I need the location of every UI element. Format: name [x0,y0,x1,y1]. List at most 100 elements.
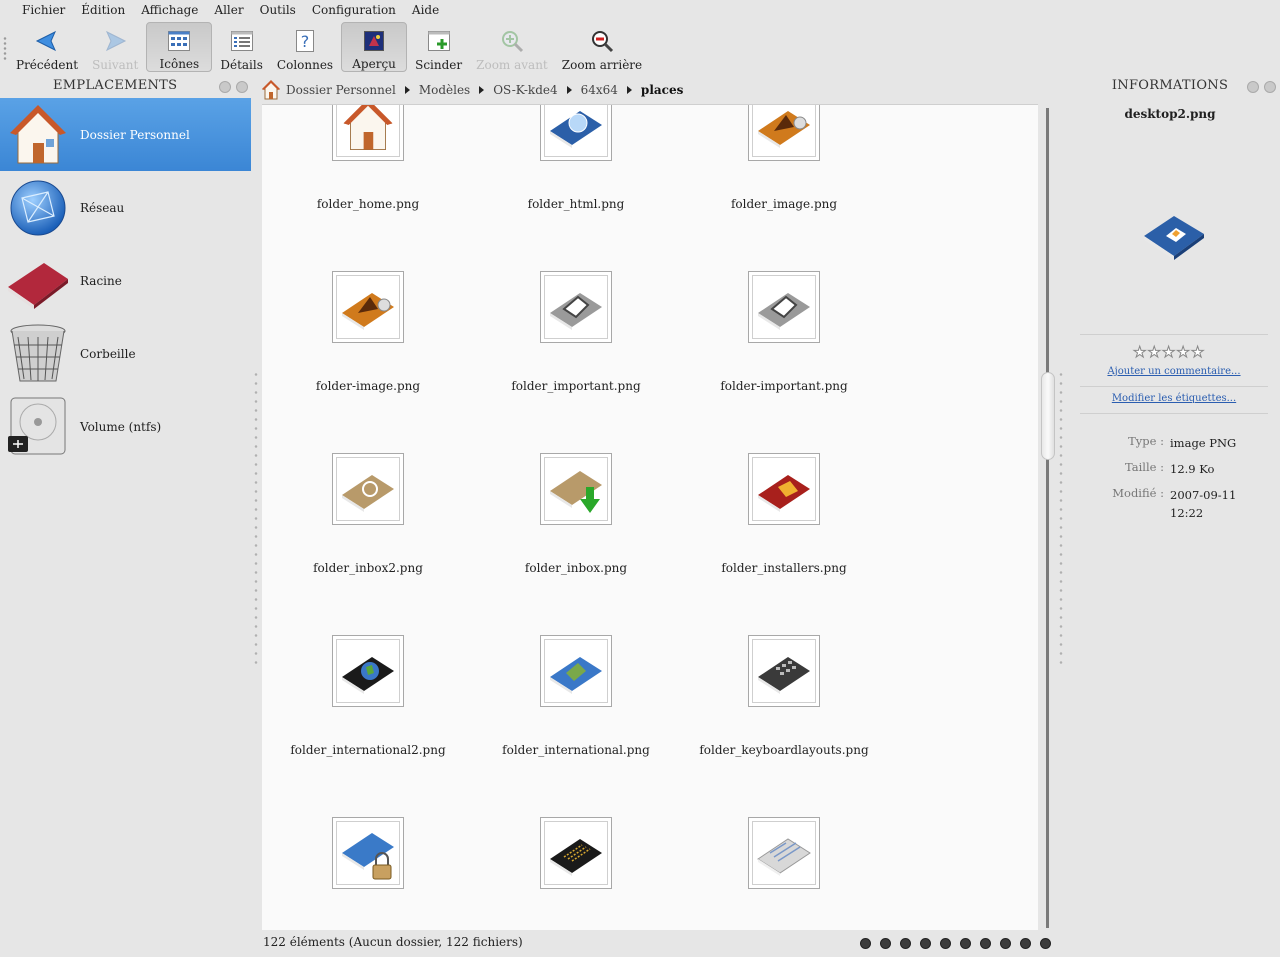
file-item[interactable]: folder_installers.png [694,453,874,575]
left-splitter-grip[interactable] [254,370,258,665]
zoom-step-dot[interactable] [1040,938,1051,949]
panel-float-icon[interactable] [219,81,231,93]
file-item[interactable]: folder_international2.png [278,635,458,757]
place-label: Volume (ntfs) [80,419,162,434]
panel-close-icon[interactable] [236,81,248,93]
star-icon[interactable]: ★ [1190,344,1204,360]
split-button[interactable]: Scinder [409,22,468,72]
star-icon[interactable]: ★ [1147,344,1161,360]
file-item[interactable]: folder_important.png [486,271,666,393]
important-folder-icon [540,271,612,343]
breadcrumb-arrow-icon[interactable] [626,86,632,94]
places-panel-title: EMPLACEMENTS [53,78,178,93]
globe-folder-icon [332,635,404,707]
zoom-step-dot[interactable] [880,938,891,949]
zoom-step-dot[interactable] [860,938,871,949]
forward-button[interactable]: Suivant [86,22,144,72]
place-home[interactable]: Dossier Personnel [0,98,251,171]
file-item[interactable]: folder_image.png [694,105,874,211]
icons-view-label: Icônes [159,57,200,71]
breadcrumb-item[interactable]: 64x64 [581,83,618,97]
breadcrumb-item[interactable]: Dossier Personnel [286,83,396,97]
file-item[interactable]: folder_inbox2.png [278,453,458,575]
details-view-button[interactable]: Détails [214,22,269,72]
place-root[interactable]: Racine [0,244,251,317]
right-splitter-grip[interactable] [1059,370,1063,665]
arrow-left-icon [34,28,60,54]
place-trash[interactable]: Corbeille [0,317,251,390]
split-label: Scinder [415,58,463,72]
icons-view-button[interactable]: Icônes [146,22,213,72]
breadcrumb-item[interactable]: OS-K-kde4 [493,83,557,97]
zoom-step-dot[interactable] [980,938,991,949]
back-label: Précédent [16,58,79,72]
zoom-in-label: Zoom avant [476,58,548,72]
zoom-in-button[interactable]: Zoom avant [470,22,554,72]
star-icon[interactable]: ★ [1176,344,1190,360]
panel-close-icon[interactable] [1264,81,1276,93]
file-item[interactable]: folder-important.png [694,271,874,393]
file-item[interactable]: folder_international.png [486,635,666,757]
file-item[interactable] [694,817,874,925]
file-item[interactable] [278,817,458,925]
menu-go[interactable]: Aller [206,3,251,17]
meta-key: Type : [1128,434,1164,448]
file-item[interactable]: folder_home.png [278,105,458,211]
details-view-icon [229,28,255,54]
file-item[interactable]: folder-image.png [278,271,458,393]
icons-view-icon [166,29,192,53]
star-icon[interactable]: ★ [1161,344,1175,360]
columns-view-label: Colonnes [276,58,334,72]
menu-edit[interactable]: Édition [73,3,133,17]
desktop-folder-icon [1144,216,1204,260]
file-name: folder_image.png [730,197,838,211]
scrollbar-track[interactable] [1046,108,1049,928]
panel-float-icon[interactable] [1247,81,1259,93]
file-item[interactable]: folder_keyboardlayouts.png [694,635,874,757]
back-button[interactable]: Précédent [10,22,84,72]
menu-help[interactable]: Aide [404,3,447,17]
star-icon[interactable]: ★ [1132,344,1146,360]
place-network[interactable]: Réseau [0,171,251,244]
file-item[interactable] [486,817,666,925]
zoom-out-label: Zoom arrière [561,58,643,72]
scrollbar-thumb[interactable] [1041,372,1055,460]
columns-view-button[interactable]: ? Colonnes [271,22,339,72]
breadcrumb-arrow-icon[interactable] [566,86,572,94]
info-preview-image [1138,200,1210,272]
menu-settings[interactable]: Configuration [304,3,404,17]
zoom-step-dot[interactable] [1000,938,1011,949]
file-icon-view[interactable]: folder_home.png folder_html.png folder_i… [262,104,1038,930]
file-name: folder_keyboardlayouts.png [699,743,869,757]
place-volume-ntfs[interactable]: Volume (ntfs) [0,390,251,463]
meta-value: image PNG [1170,436,1237,450]
preview-toggle-button[interactable]: Aperçu [341,22,408,72]
menu-view[interactable]: Affichage [133,3,206,17]
edit-tags-link[interactable]: Modifier les étiquettes... [1080,393,1268,404]
breadcrumb-item[interactable]: Modèles [419,83,470,97]
breadcrumb-arrow-icon[interactable] [404,86,410,94]
zoom-slider-dots[interactable] [860,938,1051,949]
file-item[interactable]: folder_html.png [486,105,666,211]
add-comment-link[interactable]: Ajouter un commentaire... [1080,366,1268,377]
file-metadata: Type : image PNG Taille : 12.9 Ko Modifi… [1090,434,1250,530]
arrow-right-icon [102,28,128,54]
file-item[interactable]: folder_inbox.png [486,453,666,575]
menu-file[interactable]: Fichier [14,3,73,17]
zoom-step-dot[interactable] [960,938,971,949]
zoom-step-dot[interactable] [920,938,931,949]
zoom-step-dot[interactable] [1020,938,1031,949]
breadcrumb-arrow-icon[interactable] [479,86,485,94]
place-label: Dossier Personnel [80,127,190,142]
inbox-folder-icon [332,453,404,525]
rating-stars[interactable]: ★ ★ ★ ★ ★ [1132,344,1204,360]
menu-tools[interactable]: Outils [252,3,304,17]
zoom-out-button[interactable]: Zoom arrière [556,22,648,72]
breadcrumb: Dossier Personnel Modèles OS-K-kde4 64x6… [262,80,683,100]
breadcrumb-home-icon[interactable] [262,80,280,100]
file-name: folder_inbox.png [524,561,628,575]
zoom-step-dot[interactable] [900,938,911,949]
place-label: Racine [80,273,122,288]
info-panel-buttons [1247,81,1276,93]
zoom-step-dot[interactable] [940,938,951,949]
